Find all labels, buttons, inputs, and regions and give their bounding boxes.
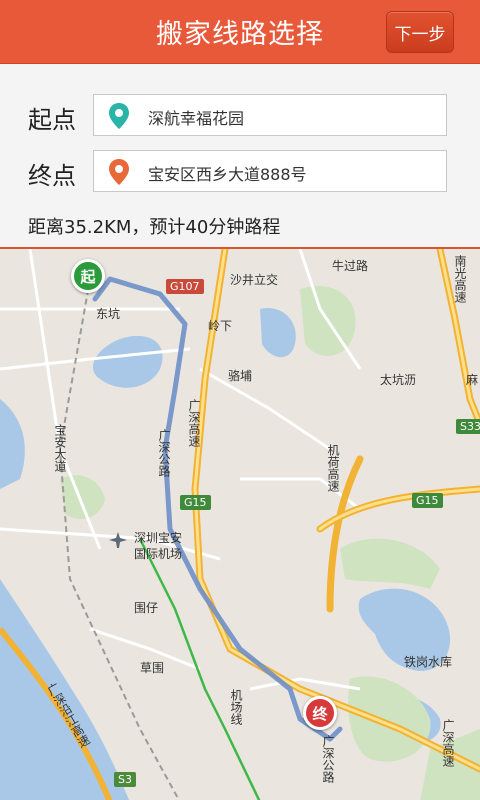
start-row: 起点 深航幸福花园 <box>0 94 480 138</box>
road-shield: G15 <box>180 495 211 510</box>
end-label: 终点 <box>28 162 76 190</box>
map-label: 广深高速 <box>187 399 201 447</box>
start-value: 深航幸福花园 <box>148 109 245 128</box>
airport-icon <box>109 532 127 548</box>
map-label: 沙井立交 <box>230 273 279 287</box>
route-form: 起点 深航幸福花园 终点 宝安区西乡大道888号 距离35.2KM，预计40分钟… <box>0 64 480 247</box>
map-label: 宝安大道 <box>53 424 67 472</box>
start-label: 起点 <box>28 106 76 134</box>
next-step-button[interactable]: 下一步 <box>386 11 454 53</box>
map-label: 骆埔 <box>228 369 253 383</box>
road-shield: S33 <box>456 419 480 434</box>
map-label: 南光高速 <box>453 255 467 303</box>
map-label: 机荷高速 <box>326 444 340 492</box>
top-bar: 搬家线路选择 下一步 <box>0 0 480 64</box>
map-label: 东坑 <box>96 307 121 321</box>
road-shield: G15 <box>412 493 443 508</box>
start-marker[interactable]: 起 <box>71 259 105 293</box>
map-label: 围仔 <box>134 601 159 615</box>
end-value: 宝安区西乡大道888号 <box>148 165 307 184</box>
map-label: 广深公路 <box>157 429 171 477</box>
start-field[interactable]: 深航幸福花园 <box>93 94 447 136</box>
end-field[interactable]: 宝安区西乡大道888号 <box>93 150 447 192</box>
end-marker[interactable]: 终 <box>303 696 337 730</box>
map-label: 岭下 <box>208 319 233 333</box>
road-shield: S3 <box>114 772 136 787</box>
route-map[interactable]: 沙井立交 牛过路 G107 岭下 东坑 骆埔 太坑沥 麻 广深高速 广深公路 G… <box>0 247 480 800</box>
page-title: 搬家线路选择 <box>156 19 324 50</box>
map-label: 铁岗水库 <box>404 655 453 669</box>
map-label: 太坑沥 <box>380 373 417 387</box>
map-label: 机场线 <box>229 689 243 725</box>
location-pin-icon <box>109 103 129 129</box>
end-row: 终点 宝安区西乡大道888号 <box>0 150 480 194</box>
map-label: 广深公路 <box>321 735 335 783</box>
road-shield: G107 <box>166 279 204 294</box>
map-label: 麻 <box>466 373 479 387</box>
map-label: 国际机场 <box>134 547 183 561</box>
map-label: 广深高速 <box>441 719 455 767</box>
map-label: 牛过路 <box>332 259 369 273</box>
location-pin-icon <box>109 159 129 185</box>
map-label: 草围 <box>140 661 165 675</box>
map-label: 深圳宝安 <box>134 531 183 545</box>
route-summary: 距离35.2KM，预计40分钟路程 <box>28 217 281 238</box>
